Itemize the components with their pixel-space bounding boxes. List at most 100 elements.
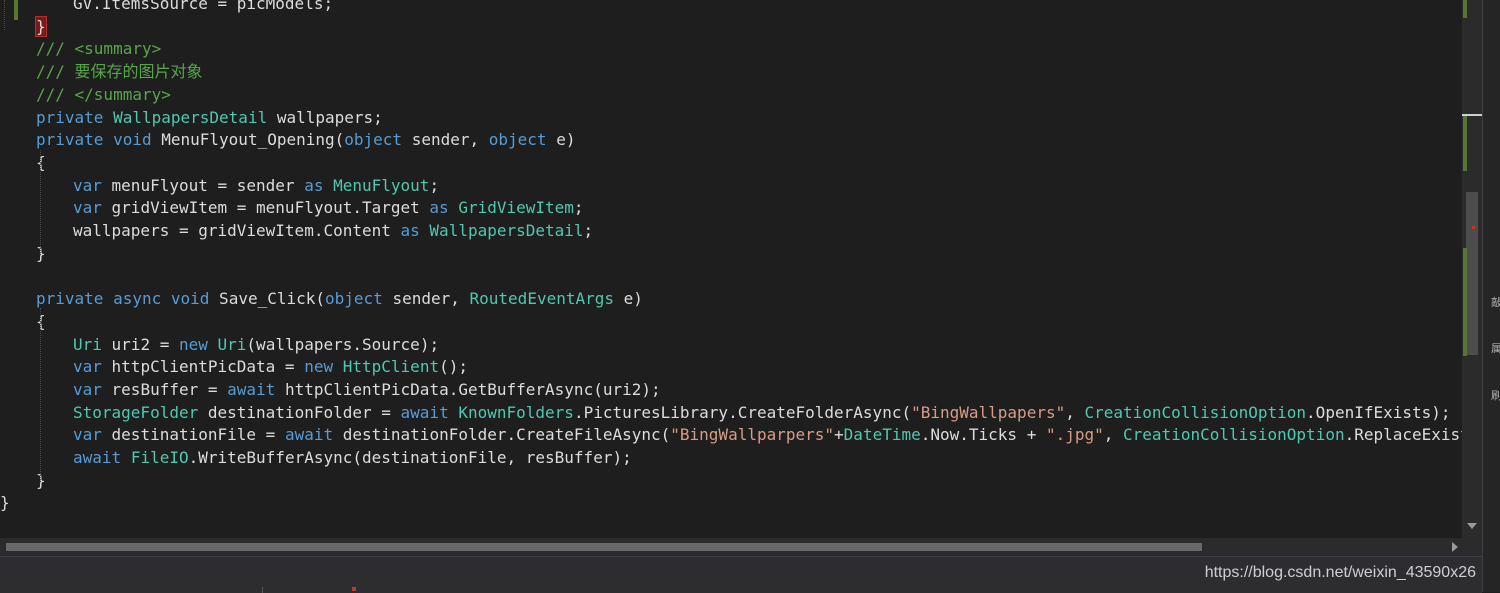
code-token: } (35, 15, 47, 37)
code-line[interactable]: var destinationFile = await destinationF… (73, 424, 1462, 446)
code-token: KnownFolders (458, 402, 574, 422)
code-token: await (284, 425, 334, 445)
code-token: GridViewItem (458, 198, 574, 218)
code-token: var (73, 379, 102, 399)
code-line[interactable]: private WallpapersDetail wallpapers; (36, 107, 383, 129)
code-token: e) (546, 130, 576, 150)
scroll-marker-green (1463, 115, 1467, 171)
code-token: as (400, 221, 420, 240)
code-token: StorageFolder (73, 402, 199, 422)
code-token: new (178, 334, 208, 354)
code-token: MenuFlyout (333, 175, 430, 195)
code-token: var (73, 425, 102, 445)
code-token: Save_Click( (209, 289, 326, 309)
horizontal-scrollbar[interactable] (0, 538, 1482, 556)
code-token: GV.ItemsSource = picModels; (73, 0, 334, 13)
indent-guide (4, 0, 5, 30)
scroll-right-icon[interactable] (1452, 542, 1458, 552)
code-token: resBuffer = (101, 379, 228, 399)
scroll-down-icon[interactable] (1467, 523, 1477, 529)
code-token: (wallpapers.Source); (246, 334, 440, 354)
code-token: , (1103, 425, 1124, 445)
code-token: await (400, 402, 449, 422)
code-token: ".jpg" (1045, 425, 1104, 445)
code-token: /// <summary> (36, 39, 162, 59)
code-token: + (834, 425, 844, 445)
code-token: sender, (402, 130, 489, 150)
code-line[interactable]: StorageFolder destinationFolder = await … (73, 402, 1451, 424)
code-token: } (0, 493, 10, 513)
side-tab-icon[interactable]: 敲 (1491, 294, 1500, 312)
code-token: , (1065, 402, 1085, 422)
code-token: e) (614, 289, 643, 309)
code-token: void (113, 130, 152, 150)
code-token: .ReplaceExisting); (1344, 425, 1462, 445)
code-line[interactable]: var httpClientPicData = new HttpClient()… (73, 356, 468, 378)
code-token: (); (439, 357, 468, 377)
indent-guide (40, 308, 41, 480)
code-token: "BingWallpapers" (911, 402, 1066, 422)
code-token: ; (573, 198, 584, 218)
code-line[interactable]: /// </summary> (36, 84, 171, 106)
tab-divider (262, 587, 263, 593)
side-tab-icon[interactable]: 属 (1491, 340, 1500, 358)
code-token: object (344, 130, 403, 150)
code-line[interactable]: wallpapers = gridViewItem.Content as Wal… (73, 220, 593, 242)
code-line[interactable]: var gridViewItem = menuFlyout.Target as … (73, 197, 584, 219)
code-line[interactable]: /// <summary> (36, 38, 161, 60)
vertical-scrollbar-thumb[interactable] (1466, 192, 1478, 355)
scroll-marker-green (1463, 0, 1467, 18)
horizontal-scrollbar-thumb[interactable] (6, 543, 1202, 551)
code-line[interactable]: } (0, 492, 10, 514)
code-token: destinationFolder = (198, 402, 401, 422)
code-token: void (170, 289, 210, 309)
code-token: ; (583, 221, 594, 240)
code-line[interactable]: private void MenuFlyout_Opening(object s… (36, 129, 575, 151)
code-token: httpClientPicData.GetBufferAsync(uri2); (275, 379, 661, 399)
scroll-marker-red (1472, 226, 1475, 229)
vertical-scrollbar[interactable] (1462, 0, 1482, 538)
code-token: await (73, 448, 122, 467)
code-token: WallpapersDetail (429, 221, 584, 240)
code-token: async (113, 289, 162, 309)
code-token: MenuFlyout_Opening( (151, 130, 345, 150)
scroll-marker-green (1463, 248, 1467, 356)
code-token: .WriteBufferAsync(destinationFile, resBu… (188, 448, 632, 467)
code-line[interactable]: var menuFlyout = sender as MenuFlyout; (73, 175, 439, 197)
code-line[interactable]: Uri uri2 = new Uri(wallpapers.Source); (73, 334, 439, 356)
code-token: httpClientPicData = (101, 357, 305, 377)
code-token: Uri (217, 334, 247, 354)
code-token: private (36, 107, 104, 127)
code-token: var (73, 357, 102, 377)
code-line[interactable]: await FileIO.WriteBufferAsync(destinatio… (73, 447, 632, 469)
watermark: https://blog.csdn.net/weixin_43590x26 (1204, 564, 1476, 581)
code-token: object (325, 289, 383, 309)
scroll-marker-white (1462, 114, 1482, 116)
code-token: WallpapersDetail (113, 107, 268, 127)
right-side-panel: 敲 属 刷 (1482, 0, 1500, 592)
code-token: gridViewItem = menuFlyout.Target (101, 198, 430, 218)
panel-divider (1482, 0, 1483, 592)
code-line[interactable]: /// 要保存的图片对象 (36, 61, 203, 83)
code-token: await (227, 379, 276, 399)
code-token: wallpapers; (267, 107, 383, 127)
error-indicator-icon (352, 587, 356, 591)
code-token: ; (429, 175, 440, 195)
code-editor[interactable]: GV.ItemsSource = picModels;}/// <summary… (0, 0, 1462, 538)
code-token: CreationCollisionOption (1084, 402, 1307, 422)
code-token: /// </summary> (36, 84, 171, 104)
code-line[interactable]: GV.ItemsSource = picModels; (73, 0, 333, 15)
code-line[interactable]: } (35, 15, 47, 38)
side-tab-icon[interactable]: 刷 (1491, 387, 1500, 405)
code-line[interactable]: private async void Save_Click(object sen… (36, 288, 643, 310)
code-token: .Now.Ticks + (920, 425, 1046, 445)
code-line[interactable]: var resBuffer = await httpClientPicData.… (73, 379, 661, 401)
code-token: var (73, 198, 102, 218)
